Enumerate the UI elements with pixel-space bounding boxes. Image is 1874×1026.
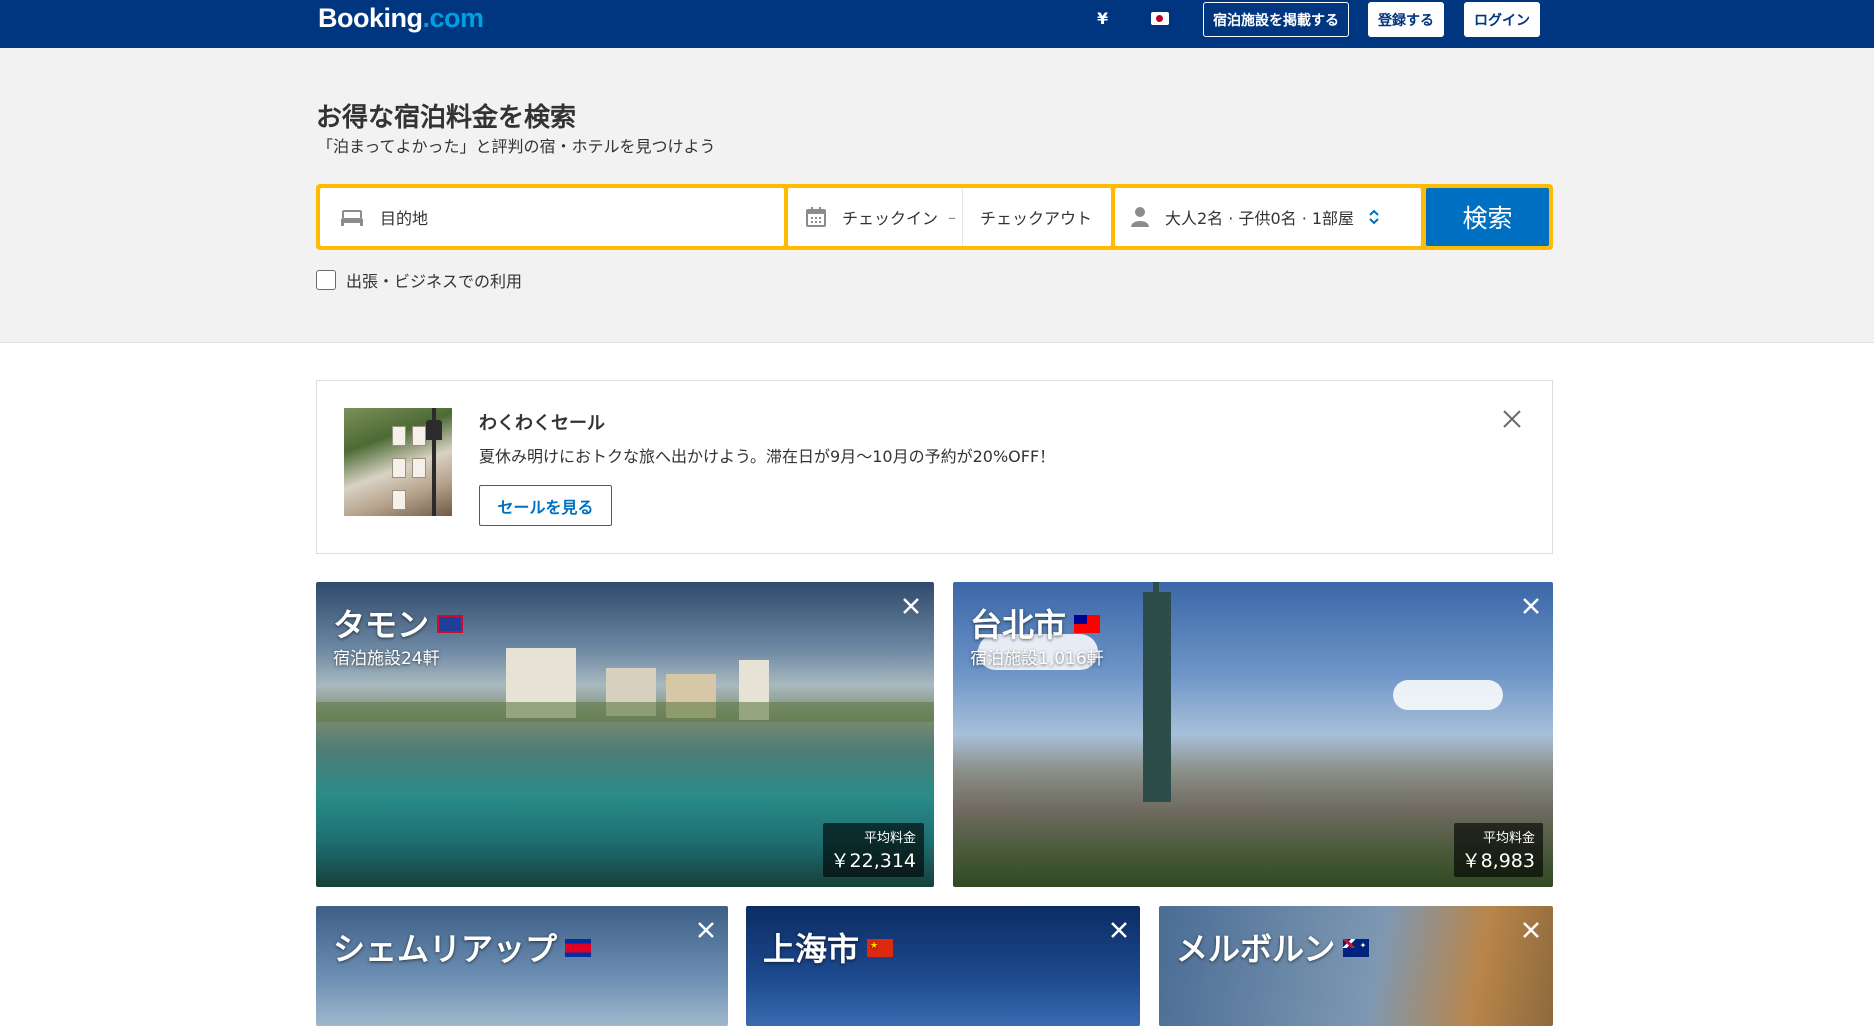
top-navigation-bar: Booking.com ¥ 宿泊施設を掲載する 登録する ログイン (0, 0, 1874, 48)
business-label: 出張・ビジネスでの利用 (346, 272, 523, 291)
promo-banner: わくわくセール 夏休み明けにおトクな旅へ出かけよう。滞在日が9月〜10月の予約が… (316, 380, 1553, 554)
destination-title: メルボルン ✦ (1176, 924, 1370, 970)
price-value: ￥8,983 (1461, 850, 1535, 872)
close-icon[interactable] (1500, 407, 1524, 431)
australia-flag-icon: ✦ (1343, 939, 1370, 957)
checkin-label[interactable]: チェックイン (842, 205, 938, 229)
guam-flag-icon (437, 615, 464, 633)
logo-suffix: .com (422, 3, 485, 33)
page-title: お得な宿泊料金を検索 (316, 103, 577, 133)
currency-selector[interactable]: ¥ (1097, 9, 1108, 28)
business-checkbox[interactable] (316, 270, 336, 290)
view-sale-button[interactable]: セールを見る (479, 485, 612, 526)
destination-card-taipei[interactable]: 台北市 宿泊施設1,016軒 平均料金 ￥8,983 (953, 582, 1553, 887)
close-icon[interactable] (694, 918, 718, 942)
list-property-button[interactable]: 宿泊施設を掲載する (1203, 2, 1349, 37)
cambodia-flag-icon (565, 939, 592, 957)
promo-text: 夏休み明けにおトクな旅へ出かけよう。滞在日が9月〜10月の予約が20%OFF！ (479, 447, 1056, 466)
date-divider (962, 188, 964, 246)
destination-title: タモン (333, 600, 464, 646)
destination-card-tamuning[interactable]: タモン 宿泊施設24軒 平均料金 ￥22,314 (316, 582, 934, 887)
close-icon[interactable] (1107, 918, 1131, 942)
promo-title: わくわくセール (479, 413, 605, 434)
logo-main: Booking (318, 3, 423, 33)
date-range-field[interactable]: チェックイン – チェックアウト (788, 188, 1111, 246)
close-icon[interactable] (1519, 594, 1543, 618)
destination-title: 上海市 ★ (763, 924, 894, 970)
person-icon (1130, 206, 1150, 228)
price-label: 平均料金 (863, 831, 916, 846)
calendar-icon (805, 206, 827, 228)
login-button[interactable]: ログイン (1464, 2, 1540, 37)
checkout-label[interactable]: チェックアウト (980, 205, 1092, 229)
language-flag-icon[interactable] (1151, 12, 1169, 25)
destination-title: シェムリアップ (333, 924, 592, 970)
taiwan-flag-icon (1074, 615, 1101, 633)
destination-title: 台北市 (970, 600, 1101, 646)
promo-image (344, 408, 452, 516)
business-travel-option[interactable]: 出張・ビジネスでの利用 (316, 268, 522, 292)
destination-card-shanghai[interactable]: 上海市 ★ (746, 906, 1140, 1026)
average-price-badge: 平均料金 ￥22,314 (822, 823, 924, 877)
destination-card-siem-reap[interactable]: シェムリアップ (316, 906, 728, 1026)
search-bar: 目的地 チェックイン – チェックアウト 大人2名 · 子供0名 · 1部屋 検… (316, 184, 1553, 250)
booking-logo[interactable]: Booking.com (318, 3, 484, 34)
china-flag-icon: ★ (867, 939, 894, 957)
destination-card-melbourne[interactable]: メルボルン ✦ (1159, 906, 1553, 1026)
destination-field[interactable]: 目的地 (320, 188, 784, 246)
guests-field[interactable]: 大人2名 · 子供0名 · 1部屋 (1115, 188, 1421, 246)
bed-icon (340, 207, 364, 227)
guests-summary: 大人2名 · 子供0名 · 1部屋 (1165, 209, 1355, 228)
register-button[interactable]: 登録する (1368, 2, 1444, 37)
destination-property-count: 宿泊施設24軒 (333, 649, 440, 669)
destination-property-count: 宿泊施設1,016軒 (970, 649, 1104, 669)
average-price-badge: 平均料金 ￥8,983 (1453, 823, 1543, 877)
close-icon[interactable] (1519, 918, 1543, 942)
close-icon[interactable] (899, 594, 923, 618)
price-label: 平均料金 (1482, 831, 1535, 846)
search-button[interactable]: 検索 (1426, 188, 1549, 246)
page-subtitle: 「泊まってよかった」と評判の宿・ホテルを見つけよう (317, 137, 716, 156)
price-value: ￥22,314 (830, 850, 916, 872)
chevron-updown-icon (1368, 208, 1380, 226)
destination-placeholder: 目的地 (380, 209, 429, 228)
date-separator: – (948, 207, 957, 227)
